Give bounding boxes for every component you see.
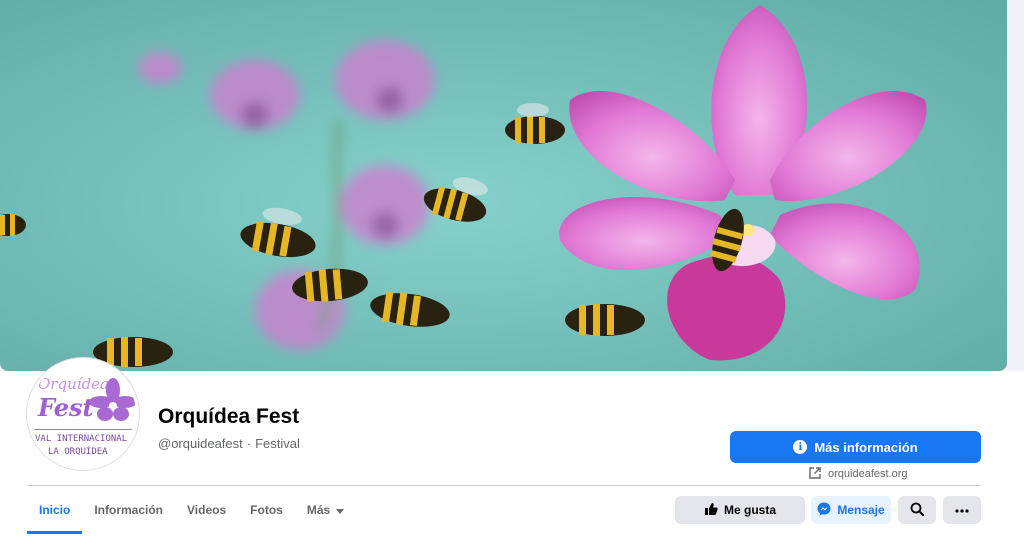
- tab-label: Más: [306, 503, 331, 517]
- search-button[interactable]: [898, 496, 936, 524]
- search-icon: [910, 502, 924, 519]
- messenger-icon: [817, 502, 831, 519]
- tab-informacion[interactable]: Información: [82, 486, 175, 534]
- more-dots-icon: [955, 501, 969, 515]
- tab-label: Inicio: [39, 503, 71, 517]
- like-label: Me gusta: [723, 503, 776, 517]
- external-link-icon: [809, 466, 821, 482]
- message-button[interactable]: Mensaje: [811, 496, 891, 524]
- thumbs-up-icon: [704, 502, 718, 519]
- page-title: Orquídea Fest: [158, 405, 300, 428]
- cover-photo[interactable]: [0, 0, 1007, 371]
- page-tabs: Inicio Información Videos Fotos Más: [27, 486, 356, 534]
- separator: ·: [246, 436, 252, 451]
- tab-fotos[interactable]: Fotos: [238, 486, 295, 534]
- tab-label: Información: [94, 503, 164, 517]
- logo-line-1: VAL INTERNACIONAL D: [35, 434, 136, 444]
- more-info-label: Más información: [814, 439, 918, 455]
- more-options-button[interactable]: [943, 496, 981, 524]
- tab-label: Videos: [187, 503, 227, 517]
- tab-mas[interactable]: Más: [295, 486, 356, 534]
- logo-word-fest: Fest: [37, 393, 94, 422]
- info-icon: i: [793, 440, 808, 454]
- page-handle: @orquideafest: [158, 436, 243, 451]
- chevron-down-icon: [336, 508, 345, 514]
- message-label: Mensaje: [837, 503, 885, 517]
- tab-label: Fotos: [250, 503, 283, 517]
- page-category: Festival: [255, 436, 300, 451]
- website-link[interactable]: orquideafest.org: [809, 465, 908, 483]
- website-url: orquideafest.org: [828, 468, 908, 480]
- avatar[interactable]: Orquídea Fest VAL INTERNACIONAL D LA ORQ…: [27, 358, 139, 470]
- tab-inicio[interactable]: Inicio: [27, 486, 83, 534]
- page-subtitle: @orquideafest · Festival: [158, 436, 300, 451]
- more-info-button[interactable]: i Más información: [730, 431, 981, 463]
- logo-word-orquidea: Orquídea: [38, 375, 109, 393]
- tab-videos[interactable]: Videos: [175, 486, 238, 534]
- logo-line-2: LA ORQUÍDEA: [48, 445, 108, 457]
- like-button[interactable]: Me gusta: [675, 496, 805, 524]
